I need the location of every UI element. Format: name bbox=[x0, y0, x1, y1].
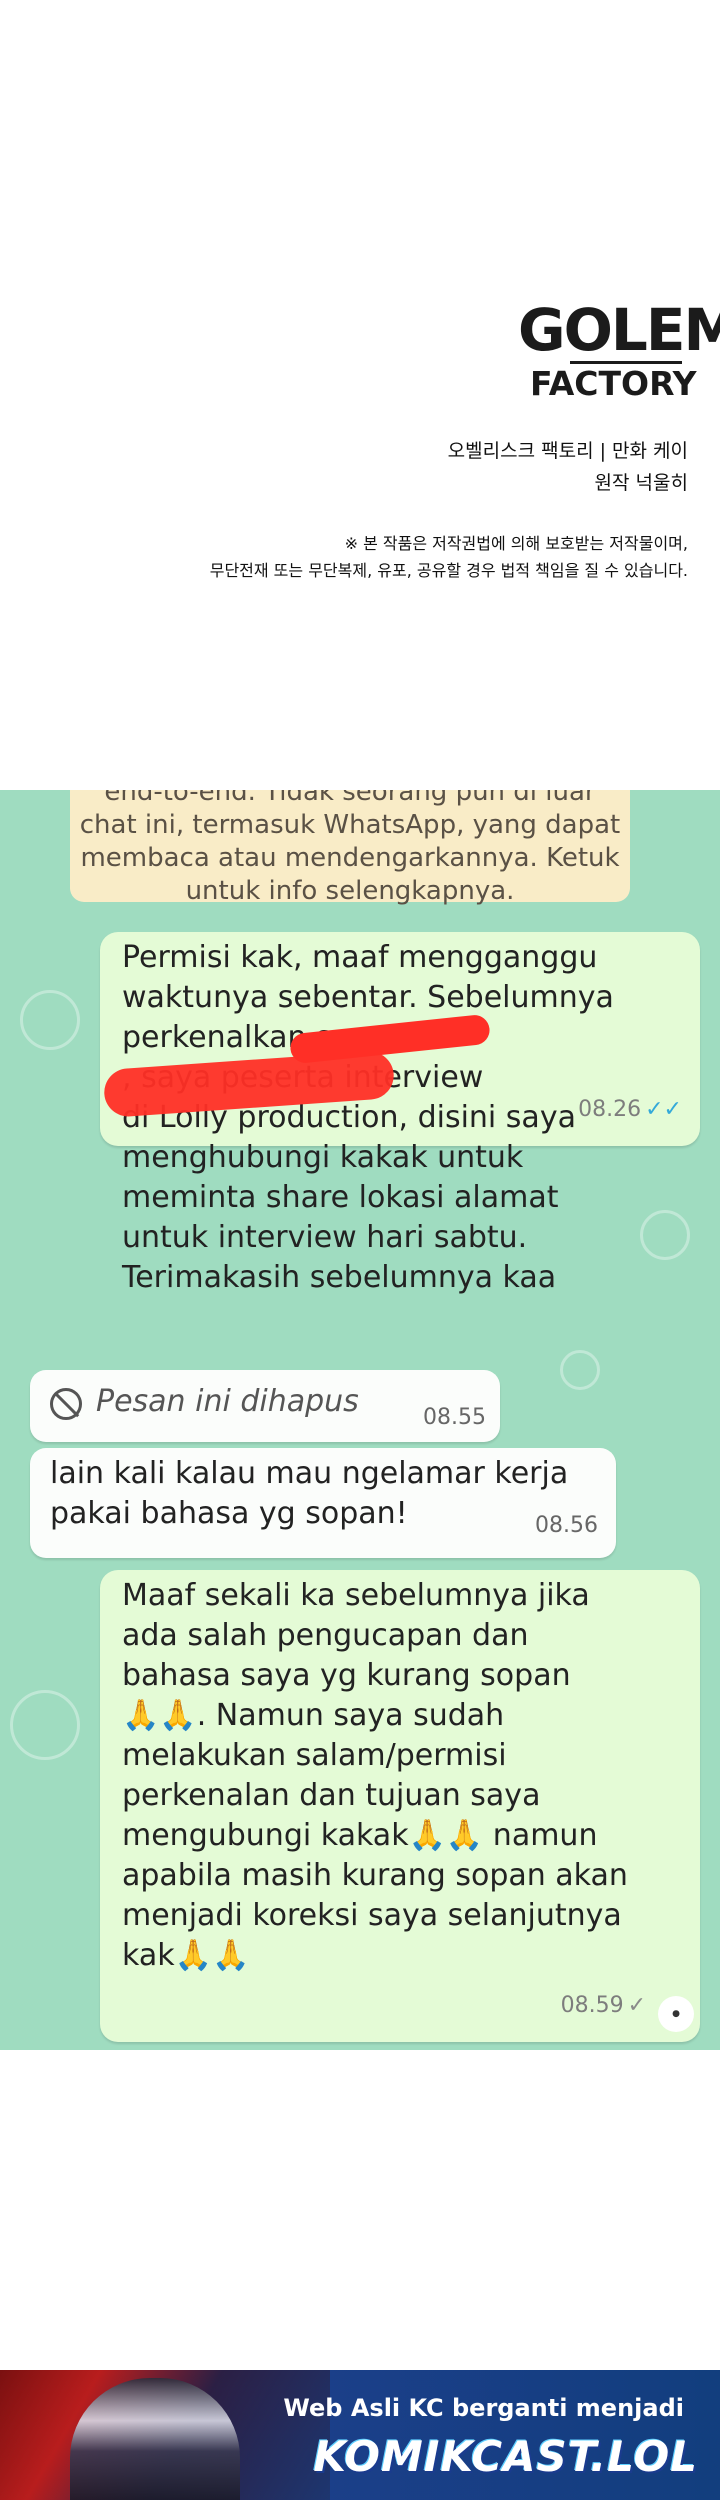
credits-page: GOLEM FACTORY 오벨리스크 팩토리 | 만화 케이 원작 넉울히 ※… bbox=[0, 0, 720, 790]
golem-factory-logo: GOLEM FACTORY bbox=[518, 300, 720, 410]
message-time: 08.56 bbox=[535, 1513, 598, 1538]
message-time: 08.26 bbox=[578, 1097, 642, 1122]
sent-tick-icon: ✓ bbox=[627, 1993, 646, 2018]
prohibited-icon bbox=[50, 1388, 82, 1420]
deleted-message-text: Pesan ini dihapus bbox=[96, 1384, 359, 1419]
message-text: lain kali kalau mau ngelamar kerja pakai… bbox=[50, 1456, 569, 1531]
banner-site-name[interactable]: KOMIKCAST.LOL bbox=[313, 2432, 698, 2481]
incoming-message[interactable]: lain kali kalau mau ngelamar kerja pakai… bbox=[30, 1448, 616, 1558]
message-time: 08.55 bbox=[423, 1405, 486, 1430]
message-time: 08.59 bbox=[560, 1993, 624, 2018]
logo-line1: GOLEM bbox=[518, 296, 720, 364]
copyright-notice-line1: ※ 본 작품은 저작권법에 의해 보호받는 저작물이며, bbox=[344, 534, 688, 553]
read-ticks-icon: ✓✓ bbox=[645, 1097, 682, 1122]
message-meta: 08.26 ✓✓ bbox=[578, 1090, 682, 1130]
wallpaper-doodle bbox=[10, 1690, 80, 1760]
watermark-logo: ● bbox=[658, 1996, 694, 2032]
wallpaper-doodle bbox=[20, 990, 80, 1050]
message-meta: 08.59 ✓ bbox=[561, 1986, 646, 2026]
credits-original-author: 원작 넉울히 bbox=[594, 472, 688, 494]
encryption-notice[interactable]: end-to-end. Tidak seorang pun di luar ch… bbox=[70, 790, 630, 906]
encryption-notice-text: end-to-end. Tidak seorang pun di luar ch… bbox=[79, 790, 621, 906]
outgoing-message[interactable]: Maaf sekali ka sebelumnya jika ada salah… bbox=[100, 1570, 700, 2042]
credits-studio-artist: 오벨리스크 팩토리 | 만화 케이 bbox=[447, 440, 688, 462]
site-banner[interactable]: Web Asli KC berganti menjadi KOMIKCAST.L… bbox=[0, 2370, 720, 2500]
wallpaper-doodle bbox=[560, 1350, 600, 1390]
logo-line2: FACTORY bbox=[530, 364, 697, 403]
deleted-message[interactable]: Pesan ini dihapus 08.55 bbox=[30, 1370, 500, 1442]
outgoing-message[interactable]: Permisi kak, maaf mengganggu waktunya se… bbox=[100, 932, 700, 1295]
message-text: Maaf sekali ka sebelumnya jika ada salah… bbox=[122, 1578, 628, 1973]
copyright-notice-line2: 무단전재 또는 무단복제, 유포, 공유할 경우 법적 책임을 질 수 있습니다… bbox=[209, 561, 688, 580]
chat-screenshot: end-to-end. Tidak seorang pun di luar ch… bbox=[0, 790, 720, 2050]
banner-headline: Web Asli KC berganti menjadi bbox=[283, 2394, 684, 2422]
